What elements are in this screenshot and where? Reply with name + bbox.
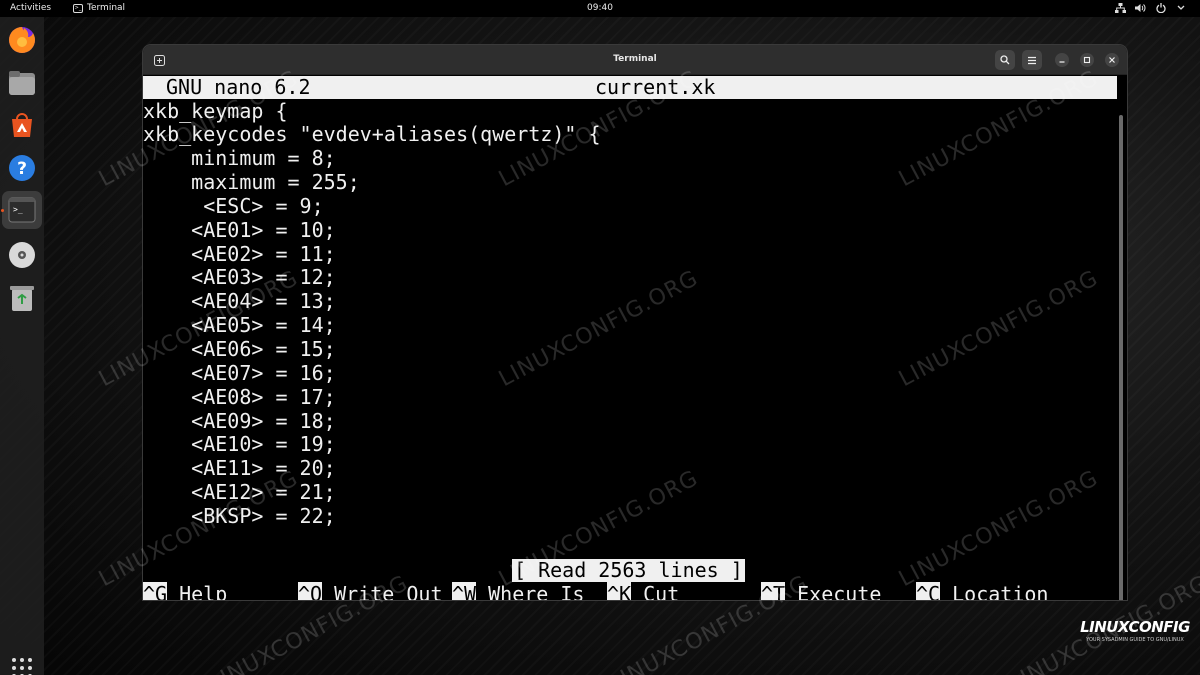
editor-line[interactable]: <AE11> = 20; bbox=[143, 456, 336, 481]
volume-icon bbox=[1135, 2, 1146, 13]
editor-line[interactable]: <ESC> = 9; bbox=[143, 194, 323, 219]
help-icon[interactable]: ? bbox=[6, 152, 38, 184]
shortcut-key: ^G bbox=[143, 582, 168, 600]
status-message: [ Read 2563 lines ] bbox=[512, 558, 745, 582]
shortcut-item: ^C Location bbox=[916, 582, 1048, 600]
editor-line[interactable]: xkb_keymap { bbox=[143, 99, 288, 124]
trash-icon[interactable] bbox=[6, 282, 38, 314]
shortcut-key: ^O bbox=[298, 582, 323, 600]
search-icon bbox=[1000, 55, 1010, 65]
shortcut-label: Where Is bbox=[488, 582, 585, 600]
nano-version: GNU nano 6.2 bbox=[166, 75, 311, 99]
shortcut-item: ^W Where Is bbox=[452, 582, 584, 600]
shortcut-label: Location bbox=[952, 582, 1049, 600]
editor-line[interactable]: <AE01> = 10; bbox=[143, 218, 336, 243]
svg-text:>_: >_ bbox=[13, 205, 23, 214]
firefox-icon[interactable] bbox=[6, 24, 38, 56]
editor-line[interactable]: <AE02> = 11; bbox=[143, 242, 336, 267]
shortcut-label: Execute bbox=[797, 582, 882, 600]
terminal-headerbar[interactable]: Terminal bbox=[143, 45, 1127, 75]
editor-line[interactable]: <AE04> = 13; bbox=[143, 289, 336, 314]
software-store-icon[interactable] bbox=[6, 109, 38, 141]
shortcut-item: ^G Help bbox=[143, 582, 227, 600]
chevron-down-icon bbox=[1175, 2, 1186, 13]
show-apps-icon[interactable] bbox=[12, 658, 32, 675]
shortcut-item: ^K Cut bbox=[607, 582, 679, 600]
brand-tagline: YOUR SYSADMIN GUIDE TO GNU/LINUX bbox=[1086, 637, 1184, 643]
scrollbar[interactable] bbox=[1119, 115, 1123, 600]
terminal-small-icon: >_ bbox=[73, 3, 83, 13]
nano-editor[interactable]: GNU nano 6.2 current.xk xkb_keymap {xkb_… bbox=[143, 75, 1127, 600]
network-icon bbox=[1115, 2, 1126, 13]
terminal-icon[interactable]: >_ bbox=[6, 194, 38, 226]
dock: ? >_ bbox=[0, 17, 44, 675]
minimize-icon bbox=[1059, 61, 1065, 63]
shortcut-item: ^O Write Out bbox=[298, 582, 443, 600]
maximize-icon bbox=[1083, 56, 1091, 64]
clock[interactable]: 09:40 bbox=[587, 3, 613, 13]
svg-text:?: ? bbox=[17, 159, 27, 179]
clock-container: 09:40 bbox=[0, 3, 1200, 13]
editor-line[interactable]: <AE07> = 16; bbox=[143, 361, 336, 386]
minimize-button[interactable] bbox=[1055, 53, 1069, 67]
brand-name: LINUXCONFIG bbox=[1080, 618, 1190, 636]
app-menu-label: Terminal bbox=[87, 3, 126, 13]
editor-line[interactable]: <AE08> = 17; bbox=[143, 385, 336, 410]
shortcut-key: ^C bbox=[916, 582, 941, 600]
editor-line[interactable]: maximum = 255; bbox=[143, 170, 360, 195]
maximize-button[interactable] bbox=[1080, 53, 1094, 67]
editor-line[interactable]: <AE09> = 18; bbox=[143, 409, 336, 434]
editor-line[interactable]: xkb_keycodes "evdev+aliases(qwertz)" { bbox=[143, 122, 601, 147]
shortcut-key: ^K bbox=[607, 582, 632, 600]
top-bar: Activities >_ Terminal 09:40 bbox=[0, 0, 1200, 17]
hamburger-icon bbox=[1028, 56, 1036, 64]
shortcut-item: ^T Execute bbox=[761, 582, 881, 600]
editor-line[interactable]: <BKSP> = 22; bbox=[143, 504, 336, 529]
nano-title-bar: GNU nano 6.2 current.xk bbox=[143, 76, 1117, 99]
nano-filename: current.xk bbox=[595, 75, 716, 99]
files-icon[interactable] bbox=[6, 67, 38, 99]
close-button[interactable] bbox=[1105, 53, 1119, 67]
window-title: Terminal bbox=[613, 54, 657, 64]
editor-line[interactable]: <AE03> = 12; bbox=[143, 265, 336, 290]
shortcut-key: ^T bbox=[761, 582, 786, 600]
shortcut-label: Write Out bbox=[334, 582, 443, 600]
running-indicator bbox=[1, 209, 4, 212]
app-menu[interactable]: >_ Terminal bbox=[73, 3, 125, 13]
disc-icon[interactable] bbox=[6, 239, 38, 271]
power-icon bbox=[1155, 2, 1166, 13]
editor-line[interactable]: minimum = 8; bbox=[143, 146, 336, 171]
shortcut-key: ^W bbox=[452, 582, 477, 600]
editor-line[interactable]: <AE05> = 14; bbox=[143, 313, 336, 338]
shortcut-label: Cut bbox=[643, 582, 680, 600]
system-tray[interactable] bbox=[1115, 2, 1186, 13]
brand-logo: LINUXCONFIG YOUR SYSADMIN GUIDE TO GNU/L… bbox=[1080, 618, 1190, 643]
menu-button[interactable] bbox=[1022, 50, 1042, 70]
terminal-window[interactable]: Terminal GNU nano 6.2 current.xk xkb_key… bbox=[143, 45, 1127, 600]
search-button[interactable] bbox=[995, 50, 1015, 70]
editor-line[interactable]: <AE10> = 19; bbox=[143, 432, 336, 457]
close-icon bbox=[1109, 57, 1115, 63]
editor-line[interactable]: <AE12> = 21; bbox=[143, 480, 336, 505]
activities-button[interactable]: Activities bbox=[10, 3, 51, 13]
editor-line[interactable]: <AE06> = 15; bbox=[143, 337, 336, 362]
shortcut-label: Help bbox=[179, 582, 228, 600]
